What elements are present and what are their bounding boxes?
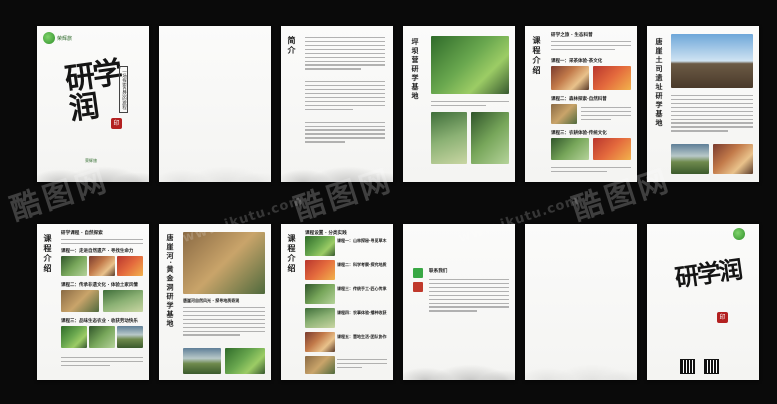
- course-item: 课程五：营地生活·团队协作: [337, 334, 387, 339]
- course-item: 课程三：传统手工·匠心传承: [337, 286, 387, 291]
- seal-icon: 印: [717, 312, 728, 323]
- courses-row2-label: 课程介绍: [43, 234, 53, 274]
- blank-page: [159, 26, 271, 182]
- course-item: 课程二：森林探索·自然科普: [551, 97, 607, 102]
- course-photo: [305, 356, 335, 374]
- ruins-photo: [713, 144, 753, 174]
- contact-page: 联系我们: [403, 224, 515, 380]
- workshop-photo: [103, 290, 143, 312]
- river-text-block: [183, 304, 265, 338]
- courses-col3-footer: [337, 356, 387, 371]
- course-photo: [305, 236, 335, 256]
- course-footer-text: [551, 164, 631, 175]
- ink-mountain-decoration: [37, 138, 149, 182]
- farm-photo: [551, 138, 589, 160]
- contact-text-block: [429, 276, 509, 314]
- cave-photo: [225, 348, 265, 374]
- waterfall-photo: [431, 112, 467, 164]
- ink-mountain-decoration: [403, 336, 515, 380]
- ink-mountain-decoration: [281, 138, 393, 182]
- lake-photo: [671, 144, 709, 174]
- cover-title: 研学润: [62, 55, 124, 128]
- course-item: 课程二：传承非遗文化 · 体验土家风情: [61, 283, 138, 288]
- back-cover-title: 研学润: [673, 254, 743, 293]
- event-photo: [117, 256, 143, 276]
- course-text: [581, 104, 631, 123]
- camp-text-block: [431, 98, 509, 109]
- course-item: 课程四：农事体验·播种收获: [337, 310, 387, 315]
- site-label: 唐崖土司遗址研学基地: [655, 38, 664, 128]
- seal-icon: 印: [111, 118, 122, 129]
- ink-mountain-decoration: [525, 336, 637, 380]
- trail-photo: [471, 112, 509, 164]
- field-photo: [89, 326, 115, 348]
- harvest-photo: [117, 326, 143, 348]
- river-photo: [183, 232, 265, 294]
- farm-photo: [61, 326, 87, 348]
- course-photo: [305, 308, 335, 328]
- camp-base-page: 坪坝营研学基地: [403, 26, 515, 182]
- group-photo: [593, 138, 631, 160]
- course-intro-text: [551, 38, 631, 53]
- course-label: 课程介绍: [532, 36, 542, 76]
- course-item: 课程一：走进自然遗产 · 寻找生命力: [61, 249, 134, 254]
- brochure-spread: 荣辉旅 研学润 一场探索自然的旅程 印 荣辉旅 简介 坪坝营研学基地: [12, 0, 764, 404]
- partner-logo-icon: [413, 282, 423, 292]
- leaf-logo-icon: [733, 228, 745, 240]
- river-label: 唐崖河·黄金洞研学基地: [166, 234, 175, 329]
- qr-code-icon: [704, 359, 719, 374]
- qr-code-icon: [680, 359, 695, 374]
- class-photo: [89, 256, 115, 276]
- activity-photo: [593, 66, 631, 90]
- site-text-block: [671, 92, 753, 134]
- course-item: 课程二：科学考察·探究地质: [337, 262, 387, 267]
- intro-label: 简介: [287, 36, 297, 56]
- course-item: 课程一：山林探秘·寻觅草木: [337, 238, 387, 243]
- culture-photo: [61, 290, 99, 312]
- leaf-logo-icon: [413, 268, 423, 278]
- tea-photo: [551, 66, 589, 90]
- back-cover-page: 研学润 印: [647, 224, 759, 380]
- cover-page: 荣辉旅 研学润 一场探索自然的旅程 印 荣辉旅: [37, 26, 149, 182]
- courses-row2-intro: [61, 236, 143, 247]
- logo-text: 荣辉旅: [57, 36, 73, 42]
- blank-page: [525, 224, 637, 380]
- courses-row2-page: 课程介绍 研学课程 · 自然探索 课程一：走进自然遗产 · 寻找生命力 课程二：…: [37, 224, 149, 380]
- stone-gate-photo: [671, 34, 753, 88]
- river-base-page: 唐崖河·黄金洞研学基地 唐崖河自然风光 · 探寻地质奇观: [159, 224, 271, 380]
- course-photo: [305, 284, 335, 304]
- forest-class-photo: [551, 104, 577, 124]
- intro-text-block: [305, 34, 385, 145]
- camp-label: 坪坝营研学基地: [411, 38, 420, 101]
- course-photo: [305, 260, 335, 280]
- course-item: 课程三：品味生态农业 · 收获劳动快乐: [61, 319, 138, 324]
- courses-col3-page: 课程介绍 课程设置 · 分类实践 课程一：山林探秘·寻觅草木 课程二：科学考察·…: [281, 224, 393, 380]
- courses-row2-footer: [61, 354, 143, 369]
- site-page: 唐崖土司遗址研学基地: [647, 26, 759, 182]
- course-page: 课程介绍 研学之旅 · 生态科普 课程一：采茶体验·茶文化 课程二：森林探索·自…: [525, 26, 637, 182]
- lake-photo: [183, 348, 221, 374]
- course-item: 课程一：采茶体验·茶文化: [551, 59, 603, 64]
- course-item: 课程三：农耕体验·传统文化: [551, 131, 607, 136]
- cover-vertical-tag: 一场探索自然的旅程: [119, 66, 128, 113]
- course-photo: [305, 332, 335, 352]
- intro-page: 简介: [281, 26, 393, 182]
- nature-photo: [61, 256, 87, 276]
- forest-photo: [431, 36, 509, 94]
- courses-col3-label: 课程介绍: [287, 234, 297, 274]
- ink-mountain-decoration: [159, 138, 271, 182]
- leaf-logo-icon: [43, 32, 55, 44]
- contact-label: 联系我们: [429, 269, 448, 274]
